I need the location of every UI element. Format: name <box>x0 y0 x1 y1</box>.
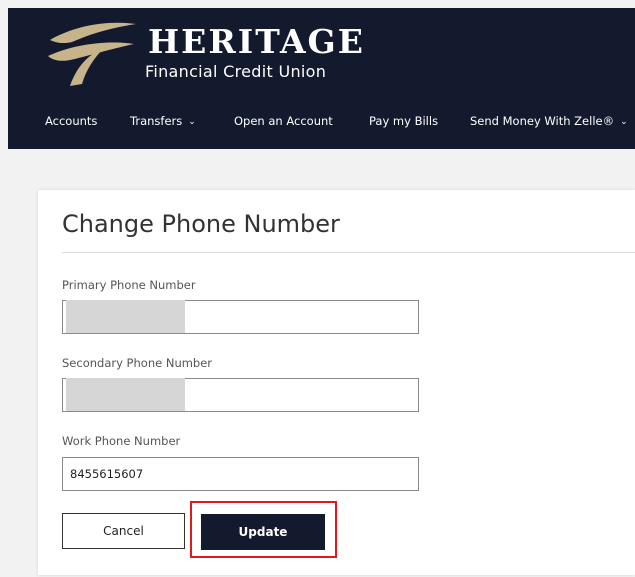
chevron-down-icon: ⌄ <box>620 117 628 127</box>
update-button[interactable]: Update <box>201 514 325 550</box>
swoosh-logo-icon[interactable] <box>44 18 140 88</box>
brand-name: HERITAGE <box>148 22 365 61</box>
nav-item-label: Transfers <box>130 114 183 128</box>
title-divider <box>62 252 635 253</box>
secondary-phone-redaction <box>66 378 185 411</box>
primary-phone-label: Primary Phone Number <box>62 278 196 292</box>
nav-item-label: Accounts <box>45 114 98 128</box>
work-phone-label: Work Phone Number <box>62 434 181 448</box>
cancel-button[interactable]: Cancel <box>62 513 185 549</box>
nav-item-label: Pay my Bills <box>369 114 439 128</box>
nav-item-accounts[interactable]: Accounts <box>45 114 97 128</box>
nav-item-open-account[interactable]: Open an Account <box>234 114 333 128</box>
nav-item-pay-bills[interactable]: Pay my Bills <box>369 114 438 128</box>
nav-item-transfers[interactable]: Transfers ⌄ <box>130 114 196 128</box>
main-nav: Accounts Transfers ⌄ Open an Account Pay … <box>8 114 635 140</box>
brand-subtitle: Financial Credit Union <box>145 62 327 81</box>
secondary-phone-label: Secondary Phone Number <box>62 356 213 370</box>
primary-phone-redaction <box>66 300 185 333</box>
nav-item-label: Send Money With Zelle® <box>470 114 615 128</box>
page-title: Change Phone Number <box>62 210 340 238</box>
nav-item-send-money-zelle[interactable]: Send Money With Zelle® ⌄ <box>470 114 628 128</box>
work-phone-input[interactable] <box>62 457 419 491</box>
site-header: HERITAGE Financial Credit Union Accounts… <box>8 8 635 149</box>
change-phone-card: Change Phone Number Primary Phone Number… <box>38 190 635 575</box>
chevron-down-icon: ⌄ <box>188 117 196 127</box>
nav-item-label: Open an Account <box>234 114 333 128</box>
